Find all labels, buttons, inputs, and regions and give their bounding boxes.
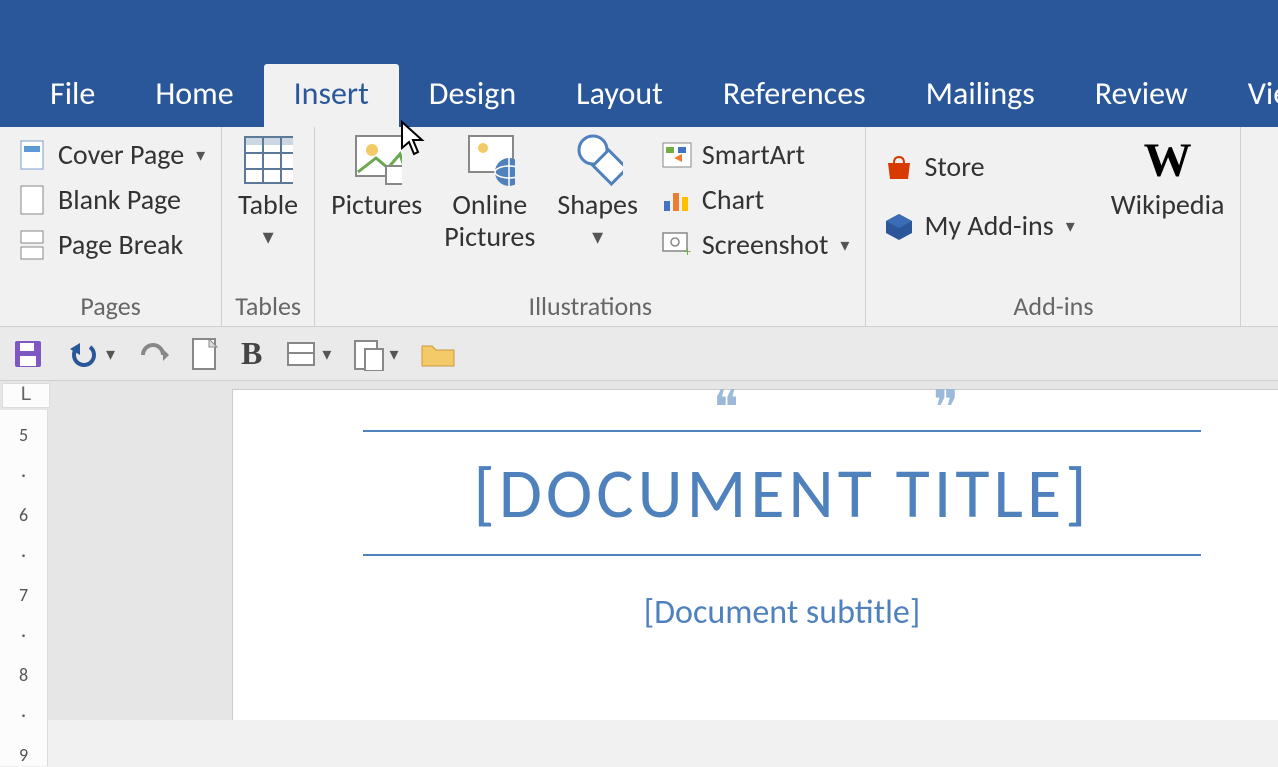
table-button[interactable]: Table ▾	[232, 133, 304, 252]
tab-file[interactable]: File	[20, 64, 125, 127]
tab-mailings[interactable]: Mailings	[896, 64, 1065, 127]
wikipedia-button[interactable]: W Wikipedia	[1105, 133, 1231, 223]
svg-text:+: +	[684, 243, 691, 258]
smartart-label: SmartArt	[702, 137, 805, 172]
addins-icon	[882, 209, 916, 243]
my-addins-label: My Add-ins	[924, 208, 1053, 243]
dropdown-caret-icon: ▾	[1066, 215, 1075, 237]
shapes-label: Shapes	[557, 189, 638, 221]
tab-design[interactable]: Design	[399, 64, 546, 127]
cover-page-label: Cover Page	[58, 137, 184, 172]
chart-icon	[660, 183, 694, 217]
shapes-icon	[573, 135, 623, 185]
chart-button[interactable]: Chart	[654, 178, 856, 221]
vertical-ruler[interactable]: 5 · 6 · 7 · 8 · 9	[0, 410, 48, 766]
online-pictures-button[interactable]: Online Pictures	[438, 133, 541, 255]
group-illustrations-label: Illustrations	[325, 286, 855, 322]
document-page[interactable]: ❝ ❞ [DOCUMENT TITLE] [Document subtitle]	[232, 389, 1278, 720]
open-folder-button[interactable]	[420, 340, 456, 368]
chart-label: Chart	[702, 182, 764, 217]
pictures-label: Pictures	[331, 189, 422, 221]
ruler-mark: ·	[21, 544, 26, 566]
undo-button[interactable]: ▾	[66, 339, 115, 369]
blank-page-button[interactable]: Blank Page	[10, 178, 211, 221]
store-button[interactable]: Store	[876, 145, 1080, 188]
ruler-mark: 5	[19, 424, 28, 446]
wikipedia-icon: W	[1143, 135, 1193, 185]
ruler-mark: 7	[19, 584, 28, 606]
secondary-toolbar: ▾ B ▾ ▾	[0, 327, 1278, 381]
dropdown-caret-icon: ▾	[263, 223, 274, 250]
group-pages-label: Pages	[10, 286, 211, 322]
bold-button[interactable]: B	[241, 335, 262, 372]
workspace: L 5 · 6 · 7 · 8 · 9 ❝ ❞ [DOCUMENT TITLE]…	[0, 381, 1278, 720]
paste-button[interactable]: ▾	[353, 337, 398, 371]
ruler-mark: 9	[19, 744, 28, 766]
ruler-mark: ·	[21, 624, 26, 646]
screenshot-icon: +	[660, 228, 694, 262]
online-pictures-label: Online Pictures	[444, 189, 535, 253]
store-icon	[882, 150, 916, 184]
group-addins-label: Add-ins	[876, 286, 1230, 322]
tab-home[interactable]: Home	[125, 64, 263, 127]
store-label: Store	[924, 149, 984, 184]
document-subtitle-placeholder[interactable]: [Document subtitle]	[363, 592, 1201, 633]
document-title-placeholder[interactable]: [DOCUMENT TITLE]	[363, 430, 1201, 556]
dropdown-caret-icon: ▾	[592, 223, 603, 250]
dropdown-caret-icon: ▾	[389, 343, 398, 365]
smartart-button[interactable]: SmartArt	[654, 133, 856, 176]
ribbon: Cover Page ▾ Blank Page Page Break Page	[0, 127, 1278, 327]
pictures-icon	[352, 135, 402, 185]
page-break-label: Page Break	[58, 227, 183, 262]
page-break-icon	[16, 228, 50, 262]
tab-review[interactable]: Review	[1065, 64, 1218, 127]
titlebar	[0, 0, 1278, 32]
cover-page-button[interactable]: Cover Page ▾	[10, 133, 211, 176]
smartart-icon	[660, 138, 694, 172]
screenshot-button[interactable]: + Screenshot ▾	[654, 223, 856, 266]
group-tables-label: Tables	[232, 286, 304, 322]
group-pages: Cover Page ▾ Blank Page Page Break Page	[0, 127, 222, 326]
dropdown-caret-icon: ▾	[106, 343, 115, 365]
dropdown-caret-icon: ▾	[840, 234, 849, 256]
dropdown-caret-icon: ▾	[196, 144, 205, 166]
ruler-mark: 6	[19, 504, 28, 526]
dropdown-caret-icon: ▾	[322, 343, 331, 365]
group-illustrations: Pictures Online Pictures Shapes ▾	[315, 127, 866, 326]
ribbon-tabstrip: File Home Insert Design Layout Reference…	[0, 32, 1278, 127]
ruler-mark: ·	[21, 704, 26, 726]
redo-button[interactable]	[137, 339, 169, 369]
shapes-button[interactable]: Shapes ▾	[551, 133, 644, 252]
tab-insert[interactable]: Insert	[264, 64, 399, 127]
cover-page-icon	[16, 138, 50, 172]
tab-references[interactable]: References	[693, 64, 896, 127]
tab-view[interactable]: View	[1218, 64, 1278, 127]
quote-mark-icon: ❝	[713, 381, 739, 437]
screenshot-label: Screenshot	[702, 227, 828, 262]
blank-page-icon	[16, 183, 50, 217]
tab-layout[interactable]: Layout	[546, 64, 693, 127]
ruler-mark: 8	[19, 664, 28, 686]
print-layout-button[interactable]: ▾	[284, 339, 331, 369]
my-addins-button[interactable]: My Add-ins ▾	[876, 204, 1080, 247]
ruler-corner[interactable]: L	[2, 383, 50, 408]
new-document-button[interactable]	[191, 337, 219, 371]
blank-page-label: Blank Page	[58, 182, 181, 217]
online-pictures-icon	[465, 135, 515, 185]
wikipedia-label: Wikipedia	[1111, 189, 1225, 221]
page-break-button[interactable]: Page Break	[10, 223, 211, 266]
pictures-button[interactable]: Pictures	[325, 133, 428, 223]
table-icon	[243, 135, 293, 185]
table-label: Table	[238, 189, 298, 221]
page-area[interactable]: ❝ ❞ [DOCUMENT TITLE] [Document subtitle]	[52, 381, 1278, 720]
group-tables: Table ▾ Tables	[222, 127, 315, 326]
ruler-mark: ·	[21, 464, 26, 486]
save-button[interactable]	[12, 338, 44, 370]
quote-mark-icon: ❞	[933, 381, 959, 437]
group-addins: Store My Add-ins ▾ W Wikipedia Add-ins	[866, 127, 1241, 326]
